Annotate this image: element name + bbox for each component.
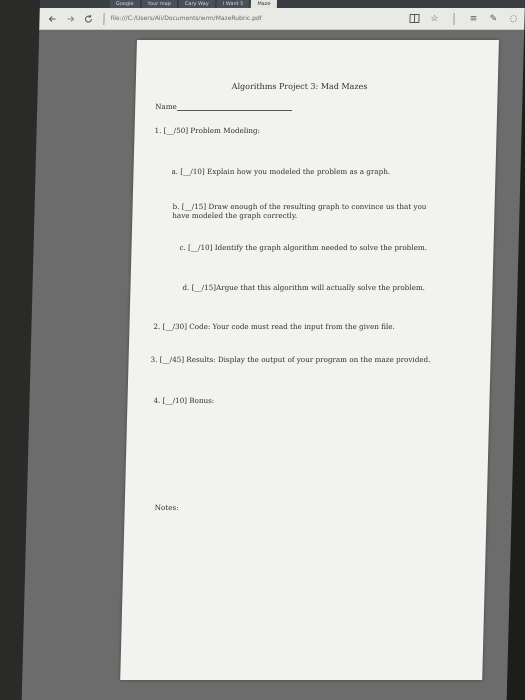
share-icon[interactable]: ◌ — [508, 14, 518, 24]
item-identify-algorithm: c. [__/10] Identify the graph algorithm … — [179, 243, 428, 252]
pdf-page: Algorithms Project 3: Mad Mazes Name 1. … — [120, 40, 499, 680]
back-icon[interactable] — [45, 12, 59, 26]
toolbar-separator-2 — [453, 12, 455, 25]
toolbar-separator — [103, 12, 105, 25]
name-underline — [177, 110, 293, 111]
tab-google[interactable]: Google — [109, 0, 140, 8]
item-argue-algorithm: d. [__/15]Argue that this algorithm will… — [182, 283, 426, 292]
name-label: Name — [155, 102, 177, 111]
tab-i-want[interactable]: I Want 5 — [216, 0, 250, 8]
tablet-screen: Google Your map Cary Way I Want 5 Maze f… — [21, 0, 525, 700]
web-note-icon[interactable]: ✎ — [488, 14, 498, 24]
refresh-icon[interactable] — [81, 12, 95, 26]
forward-icon[interactable] — [63, 12, 77, 26]
item-results: 3. [__/45] Results: Display the output o… — [150, 355, 431, 364]
tab-maze[interactable]: Maze — [251, 0, 277, 8]
item-explain-model: a. [__/10] Explain how you modeled the p… — [171, 167, 391, 176]
item-problem-modeling: 1. [__/50] Problem Modeling: — [154, 126, 261, 135]
tab-your-map[interactable]: Your map — [141, 0, 178, 8]
item-bonus: 4. [__/10] Bonus: — [153, 396, 215, 405]
notes-label: Notes: — [154, 503, 179, 512]
favorite-star-icon[interactable]: ☆ — [429, 14, 439, 24]
document-title: Algorithms Project 3: Mad Mazes — [231, 82, 368, 91]
pdf-viewport[interactable]: Algorithms Project 3: Mad Mazes Name 1. … — [21, 30, 525, 700]
item-code: 2. [__/30] Code: Your code must read the… — [153, 322, 395, 331]
tab-cary-way[interactable]: Cary Way — [178, 0, 215, 8]
reading-view-icon[interactable] — [409, 14, 420, 24]
hub-icon[interactable]: ≡ — [468, 14, 478, 24]
address-bar[interactable]: file:///C:/Users/Ali/Documents/wrm/MazeR… — [110, 15, 262, 22]
tab-bar: Google Your map Cary Way I Want 5 Maze — [39, 0, 525, 8]
browser-toolbar: file:///C:/Users/Ali/Documents/wrm/MazeR… — [39, 8, 525, 30]
item-draw-graph: b. [__/15] Draw enough of the resulting … — [172, 202, 427, 220]
